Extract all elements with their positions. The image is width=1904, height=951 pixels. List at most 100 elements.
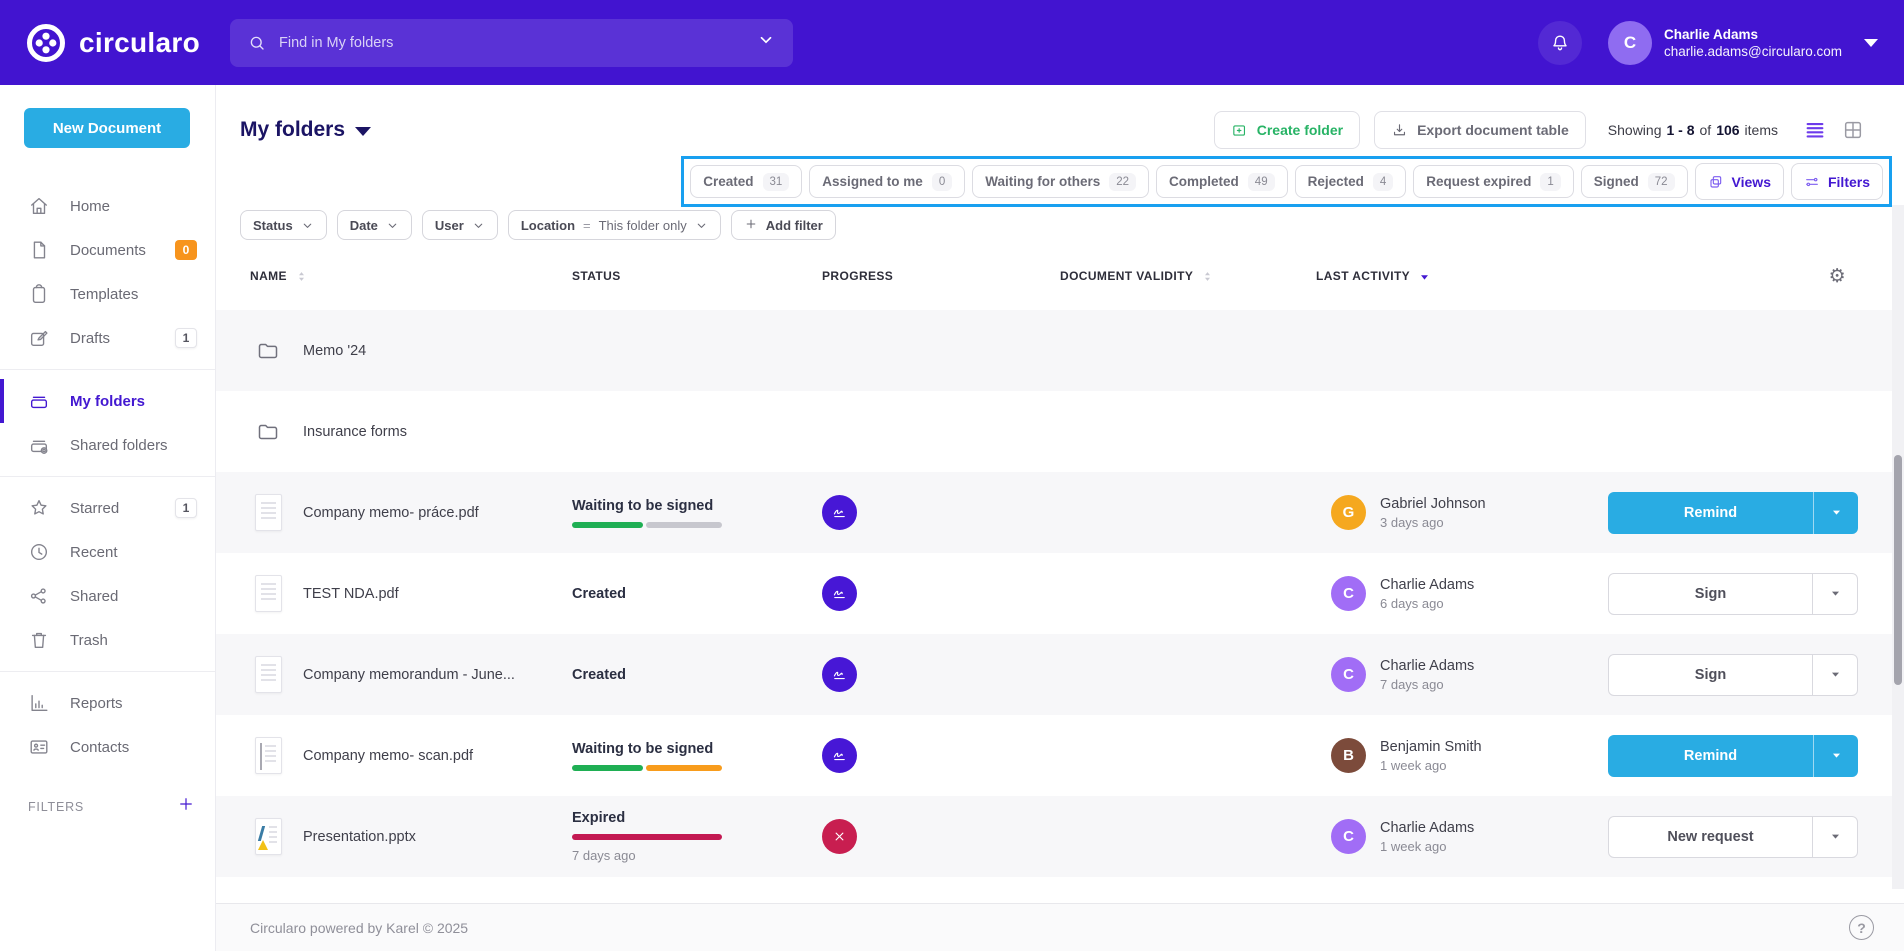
remind-button[interactable]: Remind (1608, 492, 1813, 534)
status-chip-waiting-for-others[interactable]: Waiting for others22 (972, 165, 1149, 198)
grid-view-icon[interactable] (1842, 119, 1864, 141)
table-row-company-memo-scan-pdf[interactable]: Company memo- scan.pdfWaiting to be sign… (216, 715, 1904, 796)
status-chip-assigned-to-me[interactable]: Assigned to me0 (809, 165, 965, 198)
filters-button[interactable]: Filters (1791, 163, 1883, 200)
new-request-button[interactable]: New request (1609, 817, 1812, 857)
activity-time: 1 week ago (1380, 758, 1482, 773)
filter-pill-status[interactable]: Status (240, 210, 327, 240)
status-time: 7 days ago (572, 848, 636, 863)
status-label: Created (572, 667, 626, 683)
status-chip-completed[interactable]: Completed49 (1156, 165, 1288, 198)
filter-pill-date[interactable]: Date (337, 210, 412, 240)
table-row-test-nda-pdf[interactable]: TEST NDA.pdfCreatedCCharlie Adams6 days … (216, 553, 1904, 634)
activity-time: 1 week ago (1380, 839, 1474, 854)
filter-pill-user[interactable]: User (422, 210, 498, 240)
chevron-down-icon (695, 219, 708, 232)
home-icon (28, 195, 50, 217)
sidebar-item-home[interactable]: Home (0, 184, 215, 228)
table-row-company-memo-pr-ce-pdf[interactable]: Company memo- práce.pdfWaiting to be sig… (216, 472, 1904, 553)
row-action-dropdown[interactable] (1812, 655, 1857, 695)
remind-button[interactable]: Remind (1608, 735, 1813, 777)
chevron-down-icon (386, 219, 399, 232)
count-badge: 1 (175, 498, 197, 518)
scrollbar-thumb[interactable] (1894, 455, 1902, 685)
folder-icon (250, 420, 286, 444)
chevron-down-icon (301, 219, 314, 232)
sidebar-item-shared-folders[interactable]: Shared folders (0, 423, 215, 467)
row-action-dropdown[interactable] (1812, 817, 1857, 857)
footer-text: Circularo powered by Karel © 2025 (250, 920, 468, 936)
page-title-dropdown[interactable]: My folders (240, 118, 371, 142)
contacts-icon (28, 736, 50, 758)
drafts-icon (28, 327, 50, 349)
document-thumbnail (250, 494, 286, 531)
row-action-dropdown[interactable] (1813, 492, 1858, 534)
search-input[interactable] (279, 35, 744, 51)
sidebar-item-drafts[interactable]: Drafts1 (0, 316, 215, 360)
table-header: NAMESTATUSPROGRESSDOCUMENT VALIDITYLAST … (216, 256, 1904, 296)
status-chip-signed[interactable]: Signed72 (1581, 165, 1688, 198)
sidebar-item-trash[interactable]: Trash (0, 618, 215, 662)
column-header-name[interactable]: NAME (250, 269, 572, 284)
table-row-insurance-forms[interactable]: Insurance forms (216, 391, 1904, 472)
signature-progress-icon[interactable] (822, 495, 857, 530)
new-document-button[interactable]: New Document (24, 108, 190, 148)
help-icon[interactable]: ? (1849, 915, 1874, 940)
list-view-icon[interactable] (1804, 119, 1826, 141)
sidebar-item-templates[interactable]: Templates (0, 272, 215, 316)
global-search[interactable] (230, 19, 793, 67)
signature-progress-icon[interactable] (822, 738, 857, 773)
views-icon (1708, 174, 1724, 190)
sidebar-nav: HomeDocuments0TemplatesDrafts1 My folders… (0, 184, 215, 769)
search-scope-dropdown-icon[interactable] (757, 31, 775, 54)
rejected-progress-icon[interactable] (822, 819, 857, 854)
filter-icon (1804, 174, 1820, 190)
item-name: Memo '24 (303, 343, 366, 359)
status-chip-rejected[interactable]: Rejected4 (1295, 165, 1407, 198)
column-settings-icon[interactable]: ⚙ (1829, 267, 1846, 286)
sidebar-item-documents[interactable]: Documents0 (0, 228, 215, 272)
table-row-memo-24[interactable]: Memo '24 (216, 310, 1904, 391)
notifications-button[interactable] (1538, 21, 1582, 65)
create-folder-button[interactable]: Create folder (1214, 111, 1360, 149)
status-chips-highlight-box: Created31Assigned to me0Waiting for othe… (681, 156, 1892, 207)
sidebar-item-my-folders[interactable]: My folders (0, 379, 215, 423)
user-menu[interactable]: C Charlie Adams charlie.adams@circularo.… (1608, 21, 1878, 65)
chip-count: 4 (1373, 173, 1393, 191)
status-chip-request-expired[interactable]: Request expired1 (1413, 165, 1573, 198)
footer: Circularo powered by Karel © 2025 ? (216, 903, 1904, 951)
sign-button[interactable]: Sign (1609, 574, 1812, 614)
views-button[interactable]: Views (1695, 163, 1784, 200)
table-row-company-memorandum-june[interactable]: Company memorandum - June...CreatedCChar… (216, 634, 1904, 715)
item-name: Insurance forms (303, 424, 407, 440)
row-action-dropdown[interactable] (1813, 735, 1858, 777)
share-icon (28, 585, 50, 607)
chip-count: 22 (1109, 173, 1136, 191)
table-body: Memo '24 Insurance forms Company memo- prá… (216, 310, 1904, 877)
sidebar-item-shared[interactable]: Shared (0, 574, 215, 618)
person-name: Charlie Adams (1380, 820, 1474, 836)
folder-icon (250, 339, 286, 363)
signature-progress-icon[interactable] (822, 576, 857, 611)
filter-pill-add-filter[interactable]: Add filter (731, 210, 836, 240)
export-document-table-button[interactable]: Export document table (1374, 111, 1586, 149)
status-label: Waiting to be signed (572, 498, 713, 514)
filter-pill-location[interactable]: Location=This folder only (508, 210, 721, 240)
sidebar-item-contacts[interactable]: Contacts (0, 725, 215, 769)
sidebar-item-recent[interactable]: Recent (0, 530, 215, 574)
scrollbar-track[interactable] (1892, 205, 1904, 889)
star-icon (28, 497, 50, 519)
sidebar-item-starred[interactable]: Starred1 (0, 486, 215, 530)
logo[interactable]: circularo (26, 23, 200, 63)
add-saved-filter-button[interactable] (177, 795, 195, 818)
signature-progress-icon[interactable] (822, 657, 857, 692)
column-header-last-activity[interactable]: LAST ACTIVITY (1316, 269, 1608, 284)
sidebar-item-reports[interactable]: Reports (0, 681, 215, 725)
sort-icon (1200, 269, 1215, 284)
column-header-document-validity[interactable]: DOCUMENT VALIDITY (1060, 269, 1316, 284)
row-action-dropdown[interactable] (1812, 574, 1857, 614)
table-row-presentation-pptx[interactable]: Presentation.pptxExpired7 days agoCCharl… (216, 796, 1904, 877)
status-chip-created[interactable]: Created31 (690, 165, 802, 198)
divider (0, 369, 215, 370)
sign-button[interactable]: Sign (1609, 655, 1812, 695)
